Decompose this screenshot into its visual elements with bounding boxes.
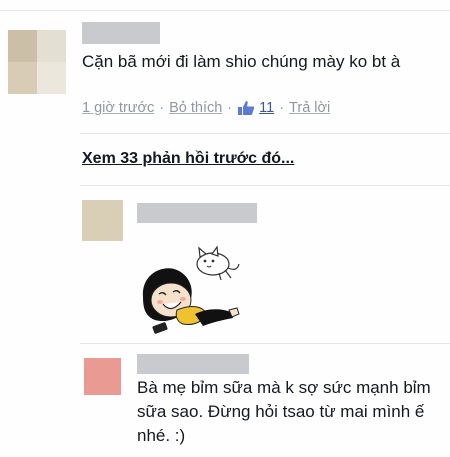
comment-text: Cặn bã mới đi làm shio chúng mày ko bt à (82, 52, 401, 71)
separator: · (227, 100, 233, 116)
cat-icon (196, 245, 240, 281)
view-previous-replies-link[interactable]: Xem 33 phản hồi trước đó... (82, 150, 294, 168)
divider (80, 133, 450, 134)
comment-meta: 1 giờ trước · Bỏ thích · 11 · Trả lời (82, 100, 330, 116)
avatar[interactable] (82, 200, 123, 241)
like-count-link[interactable]: 11 (259, 100, 274, 116)
comment-text: Bà mẹ bỉm sữa mà k sợ sức mạnh bỉm sữa s… (137, 378, 431, 445)
unlike-link[interactable]: Bỏ thích (169, 100, 222, 116)
avatar[interactable] (84, 358, 121, 395)
divider (80, 343, 450, 344)
redacted-commenter-name (137, 203, 257, 223)
redacted-commenter-name (137, 354, 249, 374)
redacted-commenter-name (82, 22, 160, 44)
top-divider (0, 10, 450, 11)
girl-with-cat-sticker (133, 242, 243, 342)
avatar[interactable] (8, 30, 66, 94)
separator: · (279, 100, 285, 116)
reply-link[interactable]: Trả lời (289, 100, 330, 116)
divider (80, 185, 450, 186)
thumbs-up-icon[interactable] (237, 100, 255, 116)
timestamp-link[interactable]: 1 giờ trước (82, 100, 154, 116)
separator: · (159, 100, 165, 116)
